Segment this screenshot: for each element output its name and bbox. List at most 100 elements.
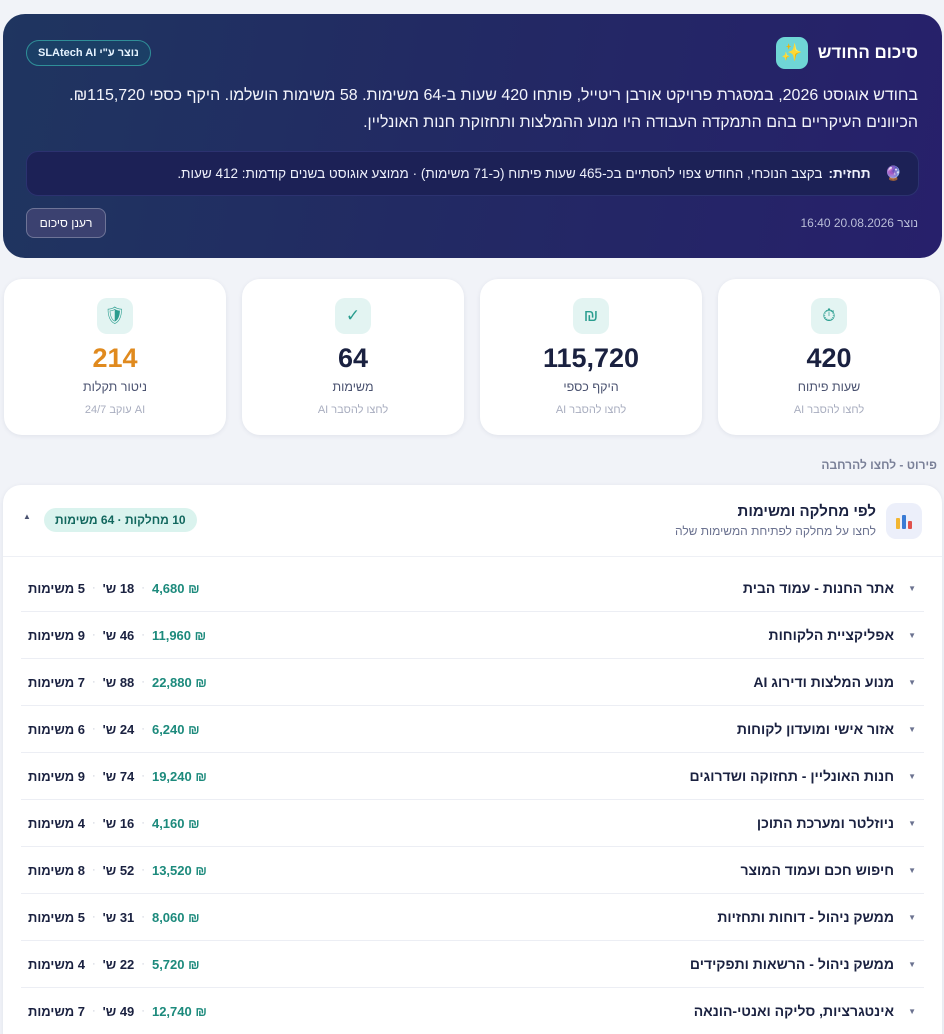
chevron-down-icon[interactable]: ▼ xyxy=(908,866,916,875)
separator-dot: · xyxy=(141,582,145,594)
department-name: חיפוש חכם ועמוד המוצר xyxy=(740,862,894,878)
kpi-ai-hint: לחצו להסבר AI xyxy=(793,404,865,416)
department-row[interactable]: ▼ מנוע המלצות ודירוג AI 7 משימות · 88 ש' · ₪ 2… xyxy=(21,659,924,706)
separator-dot: · xyxy=(141,629,145,641)
chevron-down-icon[interactable]: ▼ xyxy=(908,960,916,969)
department-stats: 9 משימות · 74 ש' · ₪ 19,240 xyxy=(28,769,207,784)
department-hours: 46 ש' xyxy=(102,627,135,643)
department-amount: ₪ 8,060 xyxy=(151,909,200,925)
breakdown-header[interactable]: לפי מחלקה ומשימות לחצו על מחלקה לפתיחת ה… xyxy=(3,485,942,557)
department-row[interactable]: ▼ ניוזלטר ומערכת התוכן 4 משימות · 16 ש' · ₪ 4,… xyxy=(21,800,924,847)
department-row[interactable]: ▼ חיפוש חכם ועמוד המוצר 8 משימות · 52 ש' · ₪ 1… xyxy=(21,847,924,894)
forecast-text: בקצב הנוכחי, החודש צפוי להסתיים בכ-465 ש… xyxy=(177,166,823,181)
kpi-ai-hint: לחצו להסבר AI xyxy=(555,404,627,416)
department-stats: 4 משימות · 22 ש' · ₪ 5,720 xyxy=(28,957,200,972)
breakdown-subtitle: לחצו על מחלקה לפתיחת המשימות שלה xyxy=(674,524,876,538)
chevron-down-icon[interactable]: ▼ xyxy=(908,1007,916,1016)
department-name: ממשק ניהול - הרשאות ותפקידים xyxy=(689,956,894,972)
kpi-ai-hint: לחצו להסבר AI xyxy=(317,404,389,416)
department-tasks: 4 משימות xyxy=(28,815,85,831)
stopwatch-icon: ⏱ xyxy=(811,298,847,334)
department-count-badge: 10 מחלקות · 64 משימות xyxy=(44,508,197,532)
department-name: מנוע המלצות ודירוג AI xyxy=(753,674,894,690)
separator-dot: · xyxy=(141,911,145,923)
department-row[interactable]: ▼ חנות האונליין - תחזוקה ושדרוגים 9 משימות… xyxy=(21,753,924,800)
separator-dot: · xyxy=(91,817,96,829)
breakdown-title: לפי מחלקה ומשימות xyxy=(737,503,876,520)
department-name: אזור אישי ומועדון לקוחות xyxy=(736,721,894,737)
generated-timestamp: נוצר 20.08.2026 16:40 xyxy=(800,216,918,230)
summary-header: סיכום החודש ✨ xyxy=(775,37,918,84)
department-name: אתר החנות - עמוד הבית xyxy=(742,580,894,596)
department-tasks: 9 משימות xyxy=(28,768,85,784)
department-tasks: 9 משימות xyxy=(28,627,85,643)
chevron-down-icon[interactable]: ▼ xyxy=(908,725,916,734)
department-stats: 4 משימות · 16 ש' · ₪ 4,160 xyxy=(28,816,200,831)
department-row[interactable]: ▼ ממשק ניהול - דוחות ותחזיות 5 משימות · 31 ש… xyxy=(21,894,924,941)
kpi-card-financial-volume[interactable]: ₪ 115,720 היקף כספי לחצו להסבר AI xyxy=(480,279,702,435)
department-row[interactable]: ▼ אזור אישי ומועדון לקוחות 6 משימות · 24 ש' ·… xyxy=(21,706,924,753)
forecast-box: 🔮 תחזית: בקצב הנוכחי, החודש צפוי להסתיים… xyxy=(26,151,919,196)
department-name: ממשק ניהול - דוחות ותחזיות xyxy=(717,909,894,925)
department-stats: 5 משימות · 18 ש' · ₪ 4,680 xyxy=(28,581,200,596)
separator-dot: · xyxy=(141,864,145,876)
department-row[interactable]: ▼ אינטגרציות, סליקה ואנטי-הונאה 7 משימות · 4… xyxy=(21,988,924,1034)
kpi-value: 214 xyxy=(92,343,138,373)
separator-dot: · xyxy=(91,723,96,735)
department-amount: ₪ 13,520 xyxy=(151,862,207,878)
separator-dot: · xyxy=(91,911,96,923)
collapse-icon[interactable]: ▲ xyxy=(23,512,31,521)
shield-icon: 🛡 xyxy=(97,298,133,334)
bar-chart-icon xyxy=(886,503,922,539)
department-stats: 9 משימות · 46 ש' · ₪ 11,960 xyxy=(28,628,206,643)
kpi-value: 115,720 xyxy=(542,343,640,373)
kpi-value: 420 xyxy=(806,343,852,373)
department-hours: 52 ש' xyxy=(102,862,135,878)
summary-title: סיכום החודש xyxy=(817,43,918,62)
department-amount: ₪ 11,960 xyxy=(151,627,207,643)
department-hours: 74 ש' xyxy=(102,768,135,784)
chevron-down-icon[interactable]: ▼ xyxy=(908,913,916,922)
department-tasks: 8 משימות xyxy=(28,862,85,878)
department-amount: ₪ 4,160 xyxy=(151,815,200,831)
kpi-label: ניטור תקלות xyxy=(83,380,147,394)
separator-dot: · xyxy=(91,582,96,594)
sparkle-icon: ✨ xyxy=(775,37,808,69)
kpi-card-incident-monitoring[interactable]: 🛡 214 ניטור תקלות AI עוקב 24/7 xyxy=(4,279,226,435)
kpi-label: משימות xyxy=(332,380,374,394)
department-tasks: 4 משימות xyxy=(28,956,85,972)
department-stats: 5 משימות · 31 ש' · ₪ 8,060 xyxy=(28,910,200,925)
department-name: ניוזלטר ומערכת התוכן xyxy=(756,815,894,831)
monthly-summary-card: סיכום החודש ✨ נוצר ע"י SLAtech AI בחודש … xyxy=(3,14,942,258)
department-amount: ₪ 4,680 xyxy=(151,580,200,596)
chevron-down-icon[interactable]: ▼ xyxy=(908,819,916,828)
separator-dot: · xyxy=(91,676,96,688)
department-hours: 18 ש' xyxy=(102,580,135,596)
department-row[interactable]: ▼ אפליקציית הלקוחות 9 משימות · 46 ש' · ₪ 11,96… xyxy=(21,612,924,659)
chevron-down-icon[interactable]: ▼ xyxy=(908,584,916,593)
summary-text-line-2: הכיוונים העיקריים בהם התמקדה העבודה היו … xyxy=(363,114,918,131)
chevron-down-icon[interactable]: ▼ xyxy=(908,631,916,640)
department-stats: 7 משימות · 88 ש' · ₪ 22,880 xyxy=(28,675,207,690)
department-amount: ₪ 6,240 xyxy=(151,721,200,737)
chevron-down-icon[interactable]: ▼ xyxy=(908,678,916,687)
kpi-card-tasks[interactable]: ✓ 64 משימות לחצו להסבר AI xyxy=(242,279,464,435)
department-amount: ₪ 22,880 xyxy=(151,674,207,690)
department-hours: 16 ש' xyxy=(102,815,135,831)
separator-dot: · xyxy=(141,723,145,735)
checkmark-icon: ✓ xyxy=(335,298,371,334)
department-tasks: 7 משימות xyxy=(28,674,85,690)
department-row[interactable]: ▼ ממשק ניהול - הרשאות ותפקידים 4 משימות · 22… xyxy=(21,941,924,988)
department-row[interactable]: ▼ אתר החנות - עמוד הבית 5 משימות · 18 ש' · ₪ 4… xyxy=(21,565,924,612)
department-amount: ₪ 19,240 xyxy=(151,768,207,784)
department-name: אינטגרציות, סליקה ואנטי-הונאה xyxy=(693,1003,894,1019)
ai-generated-badge: נוצר ע"י SLAtech AI xyxy=(26,40,151,66)
separator-dot: · xyxy=(91,629,96,641)
chevron-down-icon[interactable]: ▼ xyxy=(908,772,916,781)
department-tasks: 7 משימות xyxy=(28,1003,85,1019)
refresh-summary-button[interactable]: רענן סיכום xyxy=(26,208,106,238)
department-stats: 7 משימות · 49 ש' · ₪ 12,740 xyxy=(28,1004,207,1019)
separator-dot: · xyxy=(141,1005,145,1017)
department-list: ▼ אתר החנות - עמוד הבית 5 משימות · 18 ש' · ₪ 4… xyxy=(21,565,924,1034)
kpi-card-dev-hours[interactable]: ⏱ 420 שעות פיתוח לחצו להסבר AI xyxy=(718,279,940,435)
